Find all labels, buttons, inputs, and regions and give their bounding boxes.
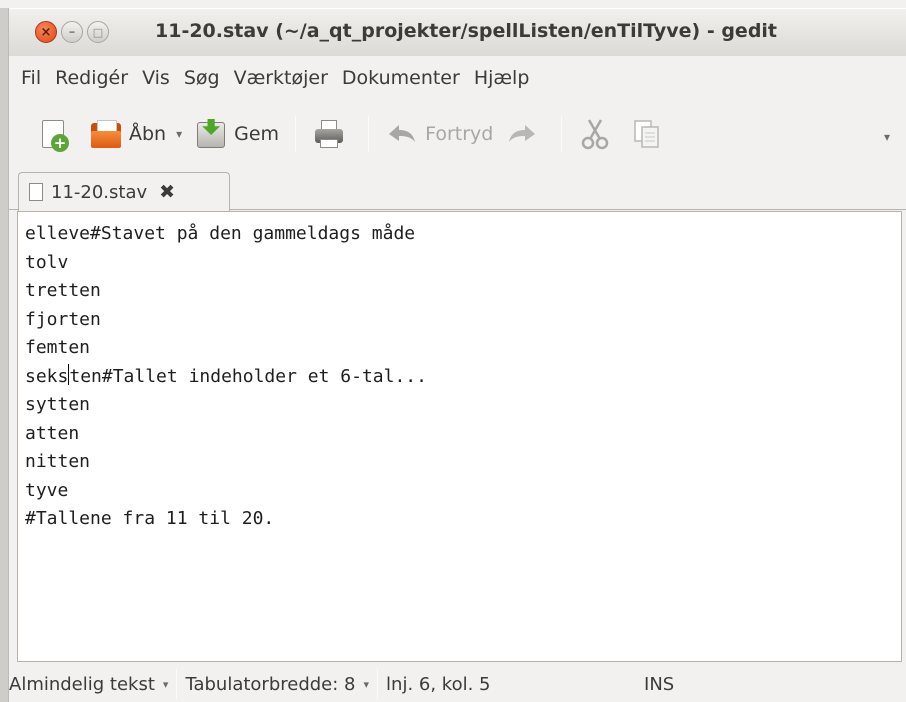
maximize-window-button[interactable]: □ bbox=[87, 21, 109, 43]
menu-vaerktojer[interactable]: Værktøjer bbox=[234, 67, 328, 89]
editor-line: elleve#Stavet på den gammeldags måde bbox=[25, 223, 416, 244]
cut-button[interactable] bbox=[572, 110, 624, 158]
undo-button[interactable]: Fortryd bbox=[379, 110, 499, 158]
status-separator bbox=[176, 669, 178, 699]
status-separator bbox=[377, 669, 379, 699]
insert-mode-label: INS bbox=[644, 673, 675, 695]
tab-width-label: Tabulatorbredde: 8 bbox=[185, 673, 356, 695]
language-label: Almindelig tekst bbox=[9, 673, 155, 695]
new-document-button[interactable]: + bbox=[31, 110, 83, 158]
print-icon bbox=[312, 117, 346, 151]
save-icon bbox=[194, 117, 228, 151]
window-controls: × – □ bbox=[35, 20, 109, 44]
editor-line: tyve bbox=[25, 479, 69, 501]
close-icon: × bbox=[40, 24, 52, 40]
editor-line: #Tallene fra 11 til 20. bbox=[25, 508, 275, 529]
open-folder-icon bbox=[89, 117, 123, 151]
undo-icon bbox=[385, 117, 419, 151]
document-tab-bar: 11-20.stav ✖ bbox=[9, 168, 906, 211]
editor-line: femten bbox=[25, 337, 91, 358]
menu-sog[interactable]: Søg bbox=[184, 67, 220, 89]
title-bar[interactable]: × – □ 11-20.stav (~/a_qt_projekter/spell… bbox=[9, 8, 906, 56]
open-label: Åbn bbox=[129, 123, 167, 145]
new-document-icon: + bbox=[37, 117, 71, 152]
tab-width-selector[interactable]: Tabulatorbredde: 8 ▾ bbox=[185, 666, 369, 702]
editor-line: atten bbox=[25, 422, 80, 444]
editor-line: fjorten bbox=[25, 308, 101, 330]
redo-button[interactable] bbox=[499, 110, 551, 158]
menu-hjaelp[interactable]: Hjælp bbox=[474, 67, 530, 89]
save-label: Gem bbox=[234, 123, 280, 145]
toolbar-separator bbox=[295, 116, 297, 152]
insert-mode: INS bbox=[644, 666, 674, 702]
tab-close-icon[interactable]: ✖ bbox=[159, 181, 175, 203]
editor-line-with-caret: seksten#Tallet indeholder et 6-tal... bbox=[25, 363, 901, 392]
print-button[interactable] bbox=[306, 110, 358, 158]
save-button[interactable]: Gem bbox=[188, 110, 285, 158]
chevron-down-icon: ▾ bbox=[363, 677, 370, 691]
gedit-window: × – □ 11-20.stav (~/a_qt_projekter/spell… bbox=[0, 0, 906, 702]
editor-line: tretten bbox=[25, 280, 101, 301]
cursor-position-label: lnj. 6, kol. 5 bbox=[386, 673, 491, 695]
tab-label: 11-20.stav bbox=[51, 181, 148, 203]
language-selector[interactable]: Almindelig tekst ▾ bbox=[9, 666, 168, 702]
menu-dokumenter[interactable]: Dokumenter bbox=[342, 67, 460, 89]
toolbar-overflow-icon[interactable]: ▾ bbox=[884, 130, 890, 144]
menu-fil[interactable]: Fil bbox=[21, 67, 41, 89]
maximize-icon: □ bbox=[92, 25, 104, 39]
text-document-icon bbox=[29, 183, 43, 201]
editor-line: sytten bbox=[25, 394, 91, 415]
document-tab[interactable]: 11-20.stav ✖ bbox=[18, 172, 230, 211]
menu-bar: Fil Redigér Vis Søg Værktøjer Dokumenter… bbox=[9, 56, 906, 100]
redo-icon bbox=[505, 117, 539, 151]
text-editor[interactable]: elleve#Stavet på den gammeldags måde tol… bbox=[17, 211, 902, 662]
minimize-icon: – bbox=[68, 24, 76, 40]
editor-line: nitten bbox=[25, 451, 91, 472]
window-title: 11-20.stav (~/a_qt_projekter/spellListen… bbox=[155, 20, 778, 42]
cursor-position: lnj. 6, kol. 5 bbox=[386, 666, 596, 702]
editor-line: tolv bbox=[25, 251, 69, 273]
chevron-down-icon: ▾ bbox=[162, 677, 169, 691]
window-frame-left bbox=[0, 8, 9, 702]
menu-vis[interactable]: Vis bbox=[142, 67, 170, 89]
cut-icon bbox=[578, 117, 612, 151]
undo-label: Fortryd bbox=[425, 123, 494, 145]
toolbar-separator bbox=[368, 116, 370, 152]
copy-button[interactable] bbox=[624, 110, 676, 158]
close-window-button[interactable]: × bbox=[35, 21, 57, 43]
menu-rediger[interactable]: Redigér bbox=[55, 67, 128, 89]
open-recent-dropdown-icon[interactable]: ▾ bbox=[176, 127, 182, 141]
caret-line-text-before: seks bbox=[25, 365, 69, 387]
toolbar: + Åbn ▾ Gem Fortryd ▾ bbox=[9, 100, 906, 168]
toolbar-separator bbox=[561, 116, 563, 152]
minimize-window-button[interactable]: – bbox=[61, 21, 83, 43]
open-button[interactable]: Åbn bbox=[83, 110, 172, 158]
copy-icon bbox=[630, 117, 664, 151]
status-bar: Almindelig tekst ▾ Tabulatorbredde: 8 ▾ … bbox=[9, 666, 906, 702]
caret-line-text-after: ten#Tallet indeholder et 6-tal... bbox=[69, 365, 427, 387]
